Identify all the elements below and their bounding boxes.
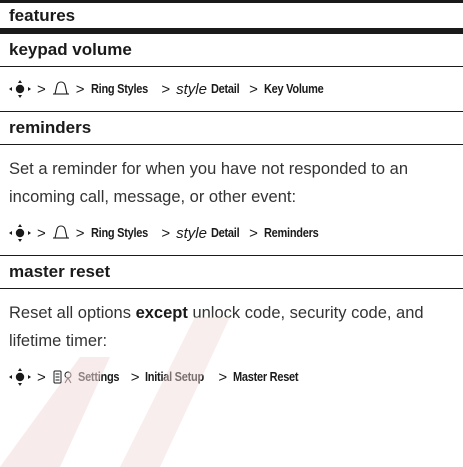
section-title: reminders <box>0 112 463 145</box>
path-detail-label: Detail <box>210 82 240 96</box>
section-body: Reset all options except unlock code, se… <box>0 289 463 355</box>
table-header-title: features <box>9 5 76 25</box>
path-style-word: style <box>176 80 207 98</box>
path-separator: > <box>37 368 46 386</box>
ring-styles-icon <box>52 225 70 241</box>
path-style-word: style <box>176 224 207 242</box>
path-separator: > <box>37 80 46 98</box>
path-target-label: Key Volume <box>263 82 324 96</box>
nav-key-icon <box>9 368 31 386</box>
path-settings-label: Settings <box>77 370 120 384</box>
path-separator: > <box>75 224 85 242</box>
section-title: keypad volume <box>0 34 463 67</box>
path-separator: > <box>37 224 46 242</box>
menu-path: > Settings > Initial Setup > Master Rese… <box>0 355 463 399</box>
nav-key-icon <box>9 80 31 98</box>
path-separator: > <box>75 80 85 98</box>
path-menu-label: Ring Styles <box>90 82 148 96</box>
path-target-label: Master Reset <box>233 370 299 384</box>
ring-styles-icon <box>52 81 70 97</box>
path-target-label: Reminders <box>263 226 319 240</box>
path-menu-label: Ring Styles <box>90 226 148 240</box>
section-reminders: reminders Set a reminder for when you ha… <box>0 112 463 256</box>
section-body: Set a reminder for when you have not res… <box>9 160 409 206</box>
path-separator: > <box>161 80 171 98</box>
path-separator: > <box>161 224 171 242</box>
path-detail-label: Detail <box>210 226 240 240</box>
section-keypad-volume: keypad volume > > Ring Styles > style De… <box>0 34 463 112</box>
settings-icon <box>52 369 74 385</box>
body-text-pre: Reset all options <box>9 304 136 322</box>
path-detail-label: Initial Setup <box>145 370 205 384</box>
features-table: features keypad volume > > Ring Styles >… <box>0 0 463 399</box>
section-master-reset: master reset Reset all options except un… <box>0 256 463 399</box>
table-header: features <box>0 0 463 34</box>
body-text-emphasis: except <box>135 304 188 322</box>
menu-path: > > Ring Styles > style Detail > Key Vol… <box>0 67 463 111</box>
path-separator: > <box>218 368 228 386</box>
nav-key-icon <box>9 224 31 242</box>
section-title: master reset <box>0 256 463 289</box>
path-separator: > <box>249 224 258 242</box>
path-separator: > <box>130 368 140 386</box>
path-separator: > <box>249 80 258 98</box>
menu-path: > > Ring Styles > style Detail > Reminde… <box>0 211 463 255</box>
